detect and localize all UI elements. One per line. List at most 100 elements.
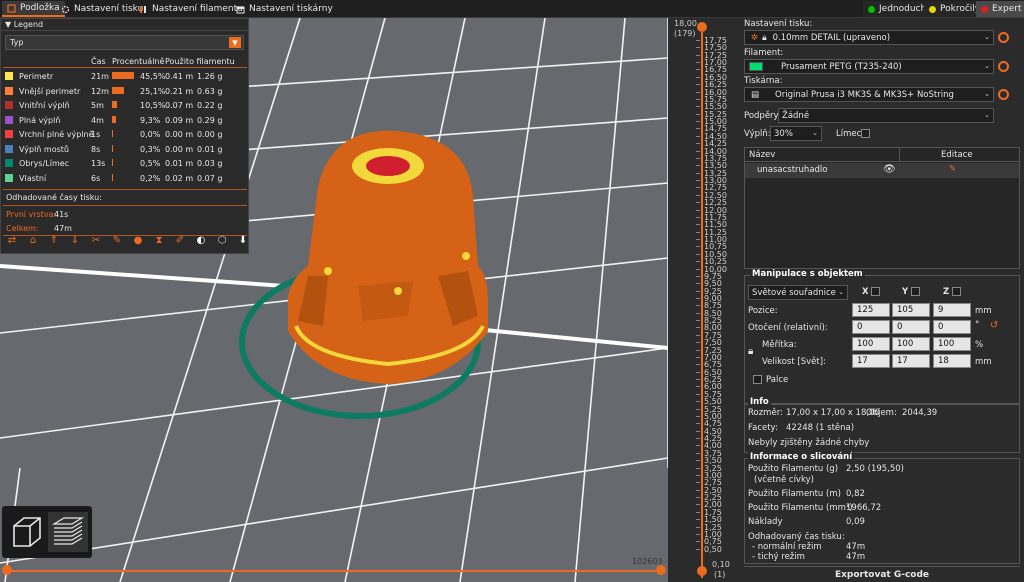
ruler-tick — [696, 202, 700, 204]
legend-type-value: Typ — [10, 38, 24, 47]
ruler-tick — [696, 157, 700, 159]
ruler-tick — [696, 261, 700, 263]
legend-row-length: 0.21 m — [165, 86, 194, 96]
supports-combo[interactable]: Žádné ⌄ — [778, 108, 994, 123]
ruler-tick — [696, 474, 700, 476]
edit-filament-gear-icon[interactable] — [998, 61, 1009, 72]
divider — [3, 67, 247, 68]
chevron-down-icon: ⌄ — [838, 288, 844, 296]
legend-percent-bar — [112, 72, 134, 79]
filament-icon — [139, 5, 148, 14]
lower-thumb[interactable] — [697, 566, 707, 576]
mode-expert-button[interactable]: Expert — [976, 1, 1024, 17]
divider — [3, 205, 247, 206]
edit-icon[interactable]: ✎ — [949, 164, 956, 174]
horizontal-slider-handle[interactable] — [2, 565, 12, 575]
layer-slider[interactable]: 18,00 (179) 17,75 17,50 17,25 17,00 16,75 16,… — [668, 18, 740, 582]
horizontal-slider-track[interactable] — [8, 570, 660, 572]
divider — [899, 148, 900, 162]
used-mm3-value: 1966,72 — [846, 503, 882, 513]
scale-y-input[interactable]: 100 — [892, 337, 930, 351]
normal-mode-value: 47m — [846, 542, 866, 552]
inches-label: Palce — [766, 375, 789, 385]
3d-view-button[interactable] — [6, 512, 46, 552]
info-errors-text: Nebyly zjištěny žádné chyby — [748, 438, 870, 448]
axis-y-label: Y — [902, 287, 909, 297]
3d-viewport[interactable]: ▼ Legend Typ ▼ Čas Procentuálně Použito … — [0, 18, 668, 582]
legend-row-time: 1s — [91, 130, 101, 139]
list-item[interactable]: unasacstruhadlo 👁︎ ✎ — [745, 163, 1019, 178]
brim-checkbox[interactable] — [861, 129, 870, 138]
coordinate-system-combo[interactable]: Světové souřadnice ⌄ — [748, 285, 848, 300]
ruler-tick — [696, 268, 700, 270]
inches-checkbox[interactable] — [753, 375, 762, 384]
reset-rotation-icon[interactable]: ↺ — [990, 320, 998, 331]
pause-icon[interactable]: ⧗ — [153, 235, 165, 247]
rotation-x-input[interactable]: 0 — [852, 320, 890, 334]
rotation-z-input[interactable]: 0 — [933, 320, 971, 334]
ruler-tick — [696, 113, 700, 115]
travel-icon[interactable]: ⇄ — [6, 235, 18, 247]
info-title: Info — [748, 397, 771, 407]
wipe-icon[interactable]: ⌂ — [27, 235, 39, 247]
ruler-tick — [696, 408, 700, 410]
deretract-icon[interactable]: ⇓ — [69, 235, 81, 247]
legend-row-percent: 9,3% — [140, 115, 161, 125]
legend-percent-bar — [112, 130, 113, 137]
info-facets-value: 42248 (1 stěna) — [786, 423, 855, 433]
legend-row: Perimetr 21m 45,5% 0.41 m 1.26 g — [5, 72, 245, 83]
legend-percent-bar — [112, 101, 118, 108]
ruler-tick — [696, 519, 700, 521]
legend-header[interactable]: ▼ Legend — [1, 19, 248, 31]
horizontal-slider-handle-end[interactable] — [656, 565, 666, 575]
position-y-input[interactable]: 105 — [892, 303, 930, 317]
position-label: Pozice: — [748, 306, 778, 316]
edit-printer-gear-icon[interactable] — [998, 89, 1009, 100]
print-settings-combo[interactable]: ✲ 🔒︎ 0.10mm DETAIL (upraveno) ⌄ — [744, 30, 994, 45]
position-x-input[interactable]: 125 — [852, 303, 890, 317]
legend-swatch — [5, 72, 13, 80]
size-y-input[interactable]: 17 — [892, 354, 930, 368]
size-z-input[interactable]: 18 — [933, 354, 971, 368]
used-g-value: 2,50 (195,50) — [846, 464, 905, 474]
seam-icon[interactable]: ✂ — [90, 235, 102, 247]
tool-marker-icon[interactable]: ⬇ — [237, 235, 249, 247]
cube-icon — [13, 517, 41, 547]
position-z-input[interactable]: 9 — [933, 303, 971, 317]
filament-label: Filament: — [744, 48, 784, 58]
filament-combo[interactable]: Prusament PETG (T235-240) ⌄ — [744, 59, 994, 74]
legend-row-weight: 0.63 g — [197, 86, 223, 96]
upper-thumb[interactable] — [697, 22, 707, 32]
rotation-y-input[interactable]: 0 — [892, 320, 930, 334]
color-change-icon[interactable]: ● — [132, 235, 144, 247]
edit-print-gear-icon[interactable] — [998, 32, 1009, 43]
ruler-tick — [696, 423, 700, 425]
custom-gcode-icon[interactable]: ✐ — [174, 235, 186, 247]
retract-icon[interactable]: ⇑ — [48, 235, 60, 247]
printer-combo[interactable]: ▤ Original Prusa i3 MK3S & MK3S+ NoStrin… — [744, 87, 994, 102]
center-of-gravity-icon[interactable]: ◐ — [195, 235, 207, 247]
ruler-tick — [696, 224, 700, 226]
normal-mode-label: - normální režim — [752, 542, 822, 552]
legend-row-weight: 0.00 g — [197, 130, 223, 139]
eye-icon[interactable]: 👁︎ — [883, 164, 896, 175]
legend-row-length: 0.00 m — [165, 144, 194, 154]
tool-change-icon[interactable]: ✎ — [111, 235, 123, 247]
tab-printer-settings[interactable]: Nastavení tiskárny — [231, 1, 338, 17]
shells-icon[interactable]: ⬡ — [216, 235, 228, 247]
lock-icon[interactable]: 🔒︎ — [748, 346, 753, 357]
export-gcode-button[interactable]: Exportovat G-code — [744, 566, 1020, 582]
est-time-label: Odhadovaný čas tisku: — [748, 532, 845, 542]
legend-type-select[interactable]: Typ ▼ — [5, 35, 244, 50]
size-x-input[interactable]: 17 — [852, 354, 890, 368]
slider-track[interactable] — [701, 32, 703, 578]
scale-z-input[interactable]: 100 — [933, 337, 971, 351]
silent-mode-value: 47m — [846, 552, 866, 562]
legend-percent-bar — [112, 159, 113, 166]
tab-label: Nastavení filamentu — [152, 4, 243, 14]
preview-button[interactable] — [48, 512, 88, 552]
infill-combo[interactable]: 30% ⌄ — [770, 126, 822, 141]
printer-label: Tiskárna: — [744, 76, 783, 86]
scale-x-input[interactable]: 100 — [852, 337, 890, 351]
ruler-tick — [696, 290, 700, 292]
